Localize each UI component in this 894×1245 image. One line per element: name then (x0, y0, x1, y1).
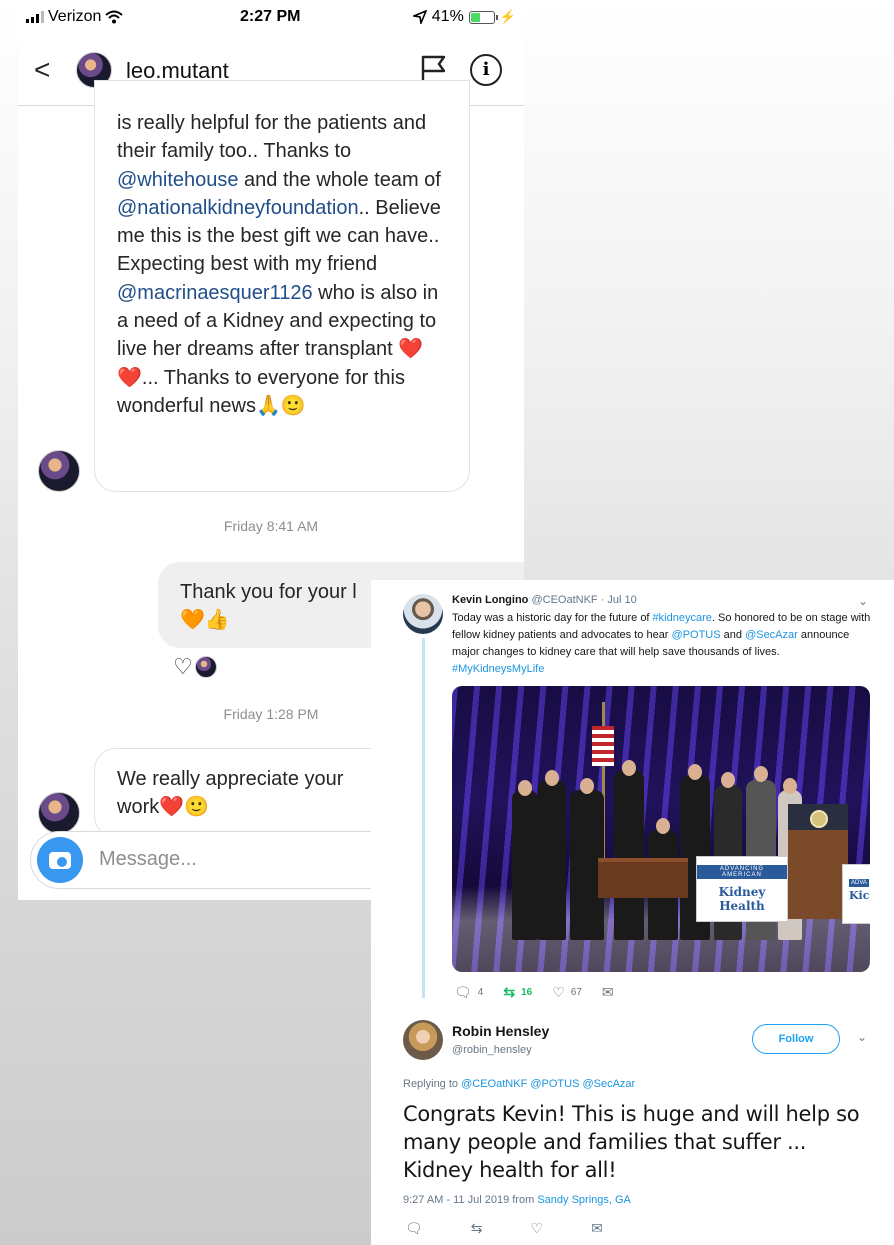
tweet-date[interactable]: · Jul 10 (601, 594, 637, 606)
retweet-count: 16 (521, 987, 533, 998)
message-text: and (720, 629, 746, 641)
author-handle[interactable]: @CEOatNKF (531, 594, 597, 606)
heart-icon: ♡ (530, 1220, 544, 1236)
sign-subtitle: ADVA (849, 879, 869, 887)
reply-count: 4 (477, 987, 484, 998)
presidential-seal-icon (810, 810, 828, 828)
tweet-link[interactable]: #MyKidneysMyLife (452, 663, 544, 675)
wifi-icon (105, 10, 124, 24)
signal-icon (26, 11, 44, 23)
tweet-link[interactable]: @SecAzar (745, 629, 798, 641)
envelope-icon: ✉ (601, 984, 614, 1000)
message-text: Thank you for your l 🧡👍 (180, 581, 357, 631)
desk (598, 858, 688, 898)
tweet-header: Kevin Longino @CEOatNKF · Jul 10 (452, 594, 637, 606)
tweet-text: Congrats Kevin! This is huge and will he… (403, 1102, 860, 1182)
charging-bolt-icon: ⚡ (499, 9, 516, 24)
info-icon[interactable]: i (470, 54, 502, 86)
back-chevron-icon[interactable]: < (34, 54, 50, 86)
carrier-label: Verizon (48, 8, 102, 25)
tweet-link[interactable]: #kidneycare (653, 612, 712, 624)
battery-percent: 41% (431, 8, 464, 25)
like-button[interactable]: ♡ 67 (552, 984, 582, 1001)
status-time: 2:27 PM (240, 8, 301, 25)
sign-subtitle: ADVANCING AMERICAN (697, 865, 787, 879)
mention-link[interactable]: @whitehouse (117, 169, 238, 191)
avatar[interactable] (403, 1020, 443, 1060)
sign-title: Kic (849, 889, 870, 902)
message-reactions: ♡ (173, 654, 217, 680)
sign-title: Kidney Health (718, 885, 766, 913)
battery-icon (468, 10, 498, 24)
message-input[interactable]: Message... (99, 848, 197, 871)
dm-button[interactable]: ✉ (591, 1220, 603, 1237)
reply-button[interactable]: 🗨︎ 4 (454, 984, 483, 1001)
message-timestamp: Friday 8:41 AM (223, 518, 319, 534)
avatar[interactable] (403, 594, 443, 634)
tweet-actions: 🗨︎ ⇆ ♡ ✉ (405, 1220, 651, 1237)
tweet-photo[interactable]: ADVANCING AMERICAN Kidney Health ADVA Ki… (452, 686, 870, 972)
like-count: 67 (570, 987, 582, 998)
chevron-down-icon[interactable]: ⌄ (857, 1030, 867, 1044)
tweet-text: Today was a historic day for the future … (452, 610, 872, 678)
author-handle[interactable]: @robin_hensley (452, 1044, 532, 1056)
replying-to: Replying to @CEOatNKF @POTUS @SecAzar (403, 1078, 635, 1090)
status-bar: Verizon 2:27 PM 41% ⚡ (18, 0, 524, 36)
dm-button[interactable]: ✉ (602, 984, 614, 1001)
retweet-button[interactable]: ⇆ (471, 1220, 483, 1237)
retweet-button[interactable]: ⇆ 16 (503, 984, 532, 1001)
reply-icon: 🗨︎ (454, 984, 472, 1000)
tweet-location[interactable]: Sandy Springs, GA (537, 1194, 631, 1206)
tweet-link[interactable]: @POTUS (672, 629, 721, 641)
chevron-down-icon[interactable]: ⌄ (858, 594, 868, 608)
tweet-actions: 🗨︎ 4 ⇆ 16 ♡ 67 ✉ (454, 984, 634, 1001)
sender-avatar[interactable] (38, 792, 80, 834)
location-arrow-icon (412, 10, 427, 24)
mention-link[interactable]: @nationalkidneyfoundation (117, 197, 359, 219)
kidney-health-sign: ADVANCING AMERICAN Kidney Health (696, 856, 788, 922)
reply-button[interactable]: 🗨︎ (405, 1220, 423, 1237)
carrier-info: Verizon (26, 8, 124, 26)
tweet-meta: 9:27 AM - 11 Jul 2019 from Sandy Springs… (403, 1194, 631, 1206)
message-text: We really appreciate your work❤️🙂 (117, 768, 344, 819)
sender-avatar[interactable] (38, 450, 80, 492)
heart-icon: ♡ (552, 984, 565, 1000)
tweet-time[interactable]: 9:27 AM - 11 Jul 2019 from (403, 1194, 534, 1206)
message-text: and the whole team of (238, 168, 441, 191)
follow-button[interactable]: Follow (752, 1024, 840, 1054)
mention-link[interactable]: @macrinaesquer1126 (117, 282, 313, 304)
heart-outline-icon[interactable]: ♡ (173, 654, 193, 680)
message-text: is really helpful for the patients and t… (117, 112, 427, 163)
retweet-icon: ⇆ (470, 1220, 483, 1236)
message-text: Today was a historic day for the future … (452, 612, 653, 624)
replying-to-label: Replying to (403, 1078, 459, 1090)
kidney-health-sign: ADVA Kic (842, 864, 870, 924)
author-name[interactable]: Robin Hensley (452, 1023, 549, 1039)
author-name[interactable]: Kevin Longino (452, 594, 528, 606)
camera-icon[interactable] (37, 837, 83, 883)
like-button[interactable]: ♡ (531, 1220, 544, 1237)
incoming-message: is really helpful for the patients and t… (94, 80, 470, 492)
status-right: 41% ⚡ (412, 8, 516, 26)
envelope-icon: ✉ (591, 1220, 603, 1236)
thread-connector (422, 638, 425, 998)
replying-to-handles[interactable]: @CEOatNKF @POTUS @SecAzar (461, 1078, 635, 1090)
twitter-thread-screenshot: Kevin Longino @CEOatNKF · Jul 10 ⌄ Today… (371, 580, 894, 1245)
reply-icon: 🗨︎ (405, 1220, 423, 1236)
retweet-icon: ⇆ (503, 984, 516, 1000)
reaction-avatar (194, 656, 217, 678)
